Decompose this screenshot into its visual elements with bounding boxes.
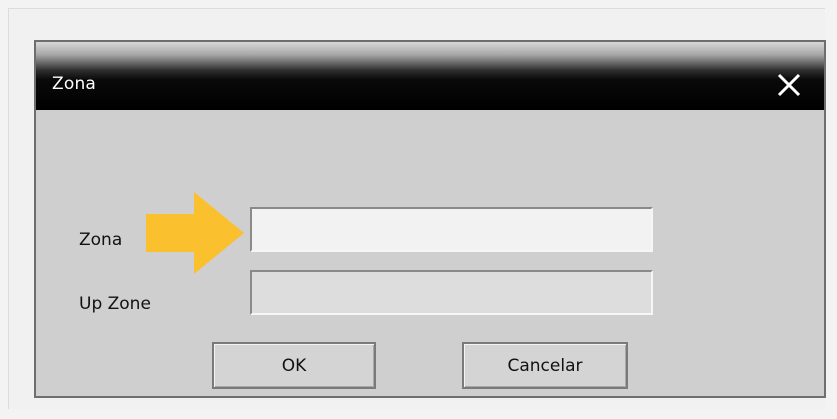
cancel-button[interactable]: Cancelar [462, 342, 628, 389]
zona-dialog: Zona Zona Up Zone OK Cancelar [34, 40, 826, 398]
zona-label: Zona [79, 230, 123, 250]
zona-input[interactable] [250, 207, 653, 252]
upzone-label: Up Zone [79, 294, 151, 314]
ok-button[interactable]: OK [212, 342, 376, 389]
close-button[interactable] [772, 68, 806, 102]
close-icon [777, 73, 801, 97]
arrow-right-icon [146, 192, 244, 274]
dialog-body: Zona Up Zone OK Cancelar [36, 110, 824, 396]
dialog-titlebar: Zona [36, 42, 824, 110]
upzone-input[interactable] [250, 270, 653, 315]
dialog-title: Zona [52, 74, 97, 94]
